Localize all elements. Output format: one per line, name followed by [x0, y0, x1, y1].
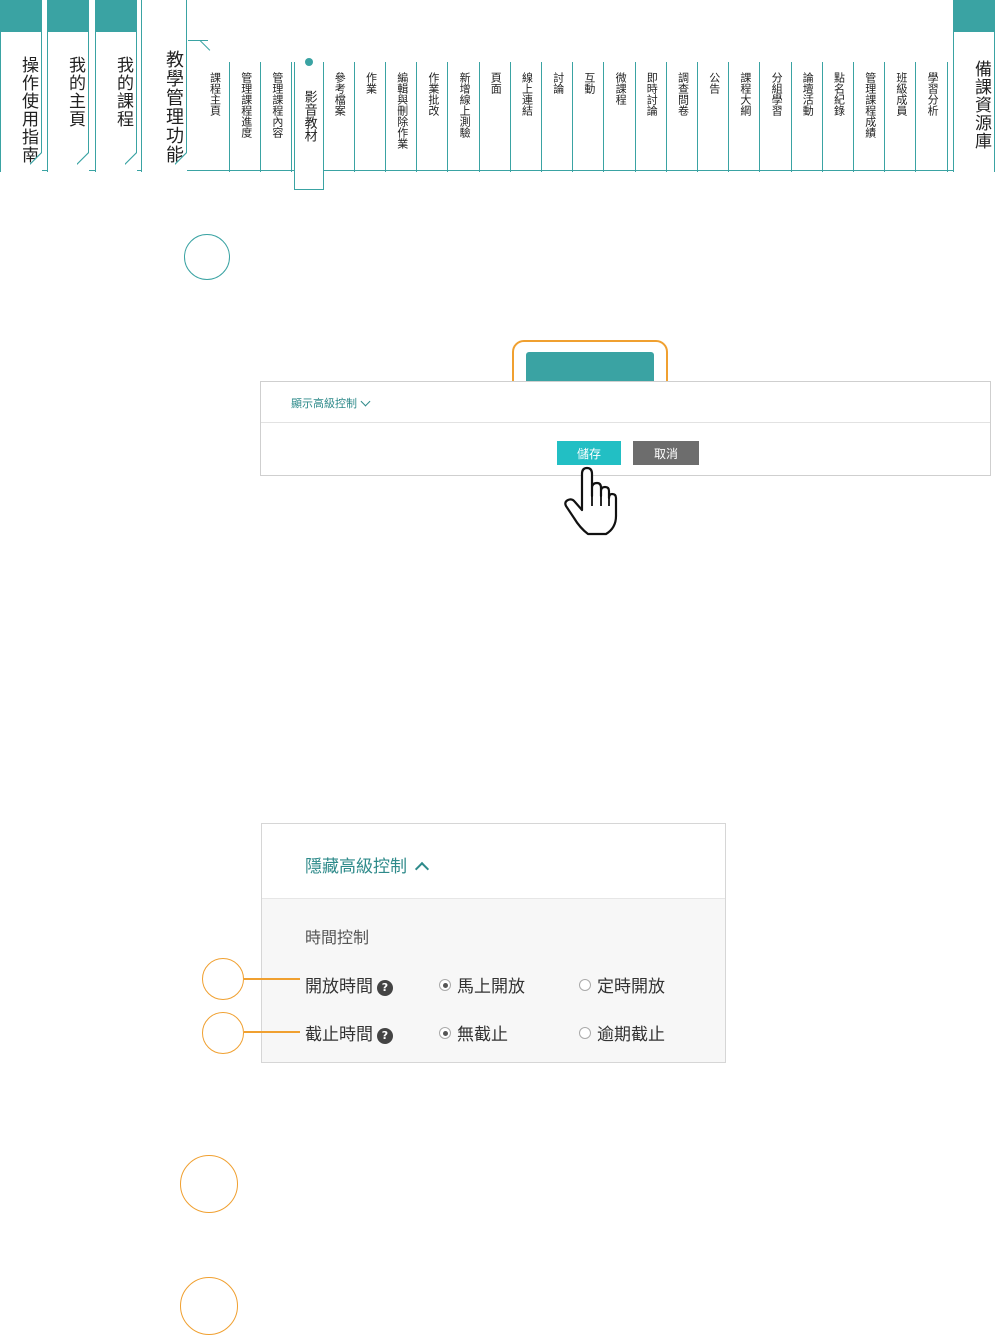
- step-marker-circle: [180, 1155, 238, 1213]
- sub-menu-item-label: 線上連結: [520, 72, 534, 116]
- sub-menu-item-label: 課程大綱: [738, 72, 752, 116]
- tab-user-guide[interactable]: 操作使用指南: [0, 0, 42, 172]
- sub-menu-item[interactable]: 作業批改: [418, 62, 449, 172]
- tab-label: 備課資源庫: [971, 60, 991, 150]
- help-icon[interactable]: ?: [377, 1028, 393, 1044]
- sub-menu-item[interactable]: 管理課程內容: [262, 62, 293, 172]
- sub-menu-item[interactable]: 分組學習: [762, 62, 792, 172]
- sub-menu-item-label: 微課程: [614, 72, 628, 105]
- tab-label: 我的課程: [113, 56, 133, 128]
- sub-menu-item[interactable]: 管理課程成績: [855, 62, 886, 172]
- step-marker-circle: [180, 1277, 238, 1335]
- sub-menu-item[interactable]: 頁面: [481, 62, 511, 172]
- pointing-hand-icon: [564, 466, 618, 536]
- open-time-label: 開放時間?: [305, 972, 393, 997]
- sub-menu-item[interactable]: 點名紀錄: [824, 62, 854, 172]
- sub-menu-item-label: 編輯與刪除作業: [395, 72, 409, 149]
- save-button[interactable]: 儲存: [557, 441, 621, 465]
- sub-menu-item[interactable]: 公告: [699, 62, 730, 172]
- sub-menu-item-label: 分組學習: [770, 72, 784, 116]
- leader-line: [244, 978, 300, 980]
- sub-menu-item[interactable]: 即時討論: [637, 62, 667, 172]
- sub-menu-item[interactable]: 新增線上測驗: [450, 62, 480, 172]
- radio-open-scheduled[interactable]: 定時開放: [579, 972, 665, 997]
- radio-no-deadline[interactable]: 無截止: [439, 1020, 508, 1045]
- sub-menu-item-label: 討論: [551, 72, 565, 94]
- radio-selected-icon: [439, 979, 451, 991]
- sub-menu-item-label: 頁面: [489, 72, 503, 94]
- advanced-control-screenshot: 隱藏高級控制 時間控制 開放時間? 馬上開放 定時開放 截止時間? 無截止 逾期…: [261, 823, 726, 1063]
- show-advanced-toggle[interactable]: 顯示高級控制: [291, 395, 371, 411]
- sub-menu-item[interactable]: 課程主頁: [200, 62, 230, 172]
- sub-menu-item-label: 作業批改: [426, 72, 440, 116]
- sub-menu-item-label: 互動: [582, 72, 596, 94]
- sub-menu-item[interactable]: 影音教材: [293, 62, 324, 190]
- radio-unselected-icon: [579, 1027, 591, 1039]
- hide-advanced-toggle[interactable]: 隱藏高級控制: [305, 852, 430, 877]
- sub-menu-item[interactable]: 班級成員: [886, 62, 917, 172]
- tab-my-homepage[interactable]: 我的主頁: [47, 0, 89, 172]
- tab-label: 我的主頁: [65, 56, 85, 128]
- cancel-button[interactable]: 取消: [633, 441, 699, 465]
- sub-menu-item-label: 即時討論: [645, 72, 659, 116]
- sub-menu-item[interactable]: 微課程: [606, 62, 636, 172]
- sub-menu-item[interactable]: 學習分析: [918, 62, 948, 172]
- radio-selected-icon: [439, 1027, 451, 1039]
- sub-menu-item-label: 影音教材: [301, 90, 317, 142]
- tab-teaching-management[interactable]: 教學管理功能: [141, 0, 187, 172]
- sub-menu-item-label: 論壇活動: [801, 72, 815, 116]
- sub-menu-item[interactable]: 討論: [543, 62, 574, 172]
- tab-my-courses[interactable]: 我的課程: [95, 0, 137, 172]
- sub-menu-item[interactable]: 線上連結: [512, 62, 542, 172]
- radio-overdue-deadline[interactable]: 逾期截止: [579, 1020, 665, 1045]
- sub-menu-item-label: 公告: [707, 72, 721, 94]
- sub-menu-item[interactable]: 管理課程進度: [231, 62, 262, 172]
- sub-menu-item[interactable]: 作業: [356, 62, 386, 172]
- leader-line: [244, 1031, 300, 1033]
- sub-menu-item-label: 點名紀錄: [832, 72, 846, 116]
- step-marker-circle: [202, 958, 244, 1000]
- close-time-label: 截止時間?: [305, 1020, 393, 1045]
- sub-menu-item[interactable]: 課程大綱: [730, 62, 761, 172]
- save-panel-screenshot: 顯示高級控制 儲存 取消: [260, 381, 991, 476]
- nav-connector: [188, 40, 208, 55]
- sub-menu-item[interactable]: 參考檔案: [325, 62, 355, 172]
- active-indicator-dot: [305, 58, 313, 66]
- sub-menu-item-label: 調查問卷: [676, 72, 690, 116]
- radio-unselected-icon: [579, 979, 591, 991]
- help-icon[interactable]: ?: [377, 980, 393, 996]
- sub-menu-item-label: 課程主頁: [208, 72, 222, 116]
- sub-menu-item[interactable]: 論壇活動: [793, 62, 823, 172]
- sub-menu-item-label: 新增線上測驗: [458, 72, 472, 138]
- chevron-up-icon: [414, 861, 430, 877]
- time-control-heading: 時間控制: [305, 928, 370, 947]
- sub-menu-item-label: 管理課程進度: [239, 72, 253, 138]
- sub-menu-item[interactable]: 互動: [574, 62, 605, 172]
- step-marker-circle: [184, 234, 230, 280]
- chevron-down-icon: [360, 396, 371, 407]
- radio-open-immediately[interactable]: 馬上開放: [439, 972, 525, 997]
- tab-lesson-resources[interactable]: 備課資源庫: [953, 0, 995, 172]
- sub-menu-item-label: 管理課程內容: [270, 72, 284, 138]
- sub-menu-item-label: 班級成員: [894, 72, 908, 116]
- sub-menu-item[interactable]: 調查問卷: [668, 62, 698, 172]
- sub-menu-item-label: 參考檔案: [333, 72, 347, 116]
- sub-menu-item[interactable]: 編輯與刪除作業: [387, 62, 418, 172]
- sub-menu-item-label: 管理課程成績: [863, 72, 877, 138]
- step-marker-circle: [202, 1012, 244, 1054]
- top-navigation: 操作使用指南 我的主頁 我的課程 教學管理功能 課程主頁 管理課程進度 管理課程內容…: [0, 0, 995, 195]
- sub-menu-item-label: 作業: [364, 72, 378, 94]
- sub-menu-item-label: 學習分析: [926, 72, 940, 116]
